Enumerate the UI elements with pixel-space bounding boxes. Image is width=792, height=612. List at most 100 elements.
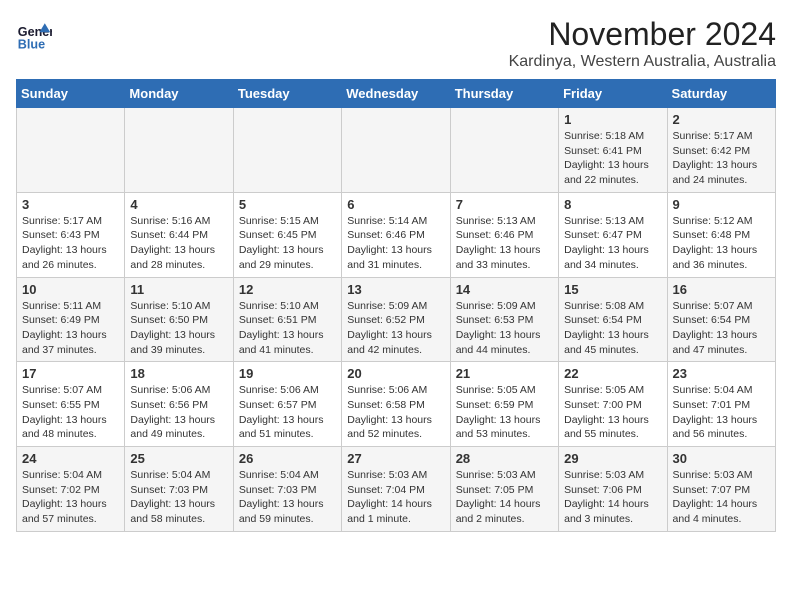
day-number: 27 — [347, 451, 444, 466]
page-header: General Blue November 2024 Kardinya, Wes… — [16, 16, 776, 71]
calendar-cell: 5Sunrise: 5:15 AM Sunset: 6:45 PM Daylig… — [233, 192, 341, 277]
weekday-header-sunday: Sunday — [17, 80, 125, 108]
calendar-cell: 20 Sunrise: 5:06 AM Sunset: 6:58 PM Dayli… — [342, 362, 450, 447]
calendar-cell: 17 Sunrise: 5:07 AM Sunset: 6:55 PM Dayli… — [17, 362, 125, 447]
day-number: 1 — [564, 112, 661, 127]
calendar-cell: 21 Sunrise: 5:05 AM Sunset: 6:59 PM Dayli… — [450, 362, 558, 447]
calendar-cell — [450, 108, 558, 193]
calendar-cell: 22Sunrise: 5:05 AM Sunset: 7:00 PM Dayli… — [559, 362, 667, 447]
weekday-header-saturday: Saturday — [667, 80, 775, 108]
day-number: 18 — [130, 366, 227, 381]
weekday-header-wednesday: Wednesday — [342, 80, 450, 108]
calendar-cell: 1Sunrise: 5:18 AM Sunset: 6:41 PM Daylig… — [559, 108, 667, 193]
day-detail: Sunrise: 5:06 AM Sunset: 6:56 PM Dayligh… — [130, 383, 227, 442]
calendar-cell: 2 Sunrise: 5:17 AM Sunset: 6:42 PM Daylig… — [667, 108, 775, 193]
calendar-cell: 23 Sunrise: 5:04 AM Sunset: 7:01 PM Dayli… — [667, 362, 775, 447]
day-number: 12 — [239, 282, 336, 297]
day-detail: Sunrise: 5:17 AM Sunset: 6:42 PM Dayligh… — [673, 129, 770, 188]
calendar-cell: 13 Sunrise: 5:09 AM Sunset: 6:52 PM Dayli… — [342, 277, 450, 362]
weekday-header-monday: Monday — [125, 80, 233, 108]
calendar-cell: 16 Sunrise: 5:07 AM Sunset: 6:54 PM Dayli… — [667, 277, 775, 362]
weekday-header-tuesday: Tuesday — [233, 80, 341, 108]
calendar-header: SundayMondayTuesdayWednesdayThursdayFrid… — [17, 80, 776, 108]
calendar-cell — [233, 108, 341, 193]
calendar-cell: 3 Sunrise: 5:17 AM Sunset: 6:43 PM Daylig… — [17, 192, 125, 277]
calendar-week-4: 17 Sunrise: 5:07 AM Sunset: 6:55 PM Dayli… — [17, 362, 776, 447]
day-detail: Sunrise: 5:08 AM Sunset: 6:54 PM Dayligh… — [564, 299, 661, 358]
day-detail: Sunrise: 5:13 AM Sunset: 6:46 PM Dayligh… — [456, 214, 553, 273]
day-number: 7 — [456, 197, 553, 212]
day-detail: Sunrise: 5:16 AM Sunset: 6:44 PM Dayligh… — [130, 214, 227, 273]
day-detail: Sunrise: 5:13 AM Sunset: 6:47 PM Dayligh… — [564, 214, 661, 273]
calendar-cell: 11 Sunrise: 5:10 AM Sunset: 6:50 PM Dayli… — [125, 277, 233, 362]
calendar-subtitle: Kardinya, Western Australia, Australia — [509, 53, 776, 71]
day-number: 23 — [673, 366, 770, 381]
day-detail: Sunrise: 5:09 AM Sunset: 6:53 PM Dayligh… — [456, 299, 553, 358]
day-detail: Sunrise: 5:17 AM Sunset: 6:43 PM Dayligh… — [22, 214, 119, 273]
day-number: 19 — [239, 366, 336, 381]
day-detail: Sunrise: 5:06 AM Sunset: 6:58 PM Dayligh… — [347, 383, 444, 442]
calendar-cell — [17, 108, 125, 193]
weekday-header-friday: Friday — [559, 80, 667, 108]
calendar-cell: 12 Sunrise: 5:10 AM Sunset: 6:51 PM Dayli… — [233, 277, 341, 362]
weekday-row: SundayMondayTuesdayWednesdayThursdayFrid… — [17, 80, 776, 108]
calendar-body: 1Sunrise: 5:18 AM Sunset: 6:41 PM Daylig… — [17, 108, 776, 532]
day-detail: Sunrise: 5:09 AM Sunset: 6:52 PM Dayligh… — [347, 299, 444, 358]
day-detail: Sunrise: 5:04 AM Sunset: 7:03 PM Dayligh… — [239, 468, 336, 527]
day-number: 25 — [130, 451, 227, 466]
day-number: 16 — [673, 282, 770, 297]
day-number: 15 — [564, 282, 661, 297]
calendar-cell: 8Sunrise: 5:13 AM Sunset: 6:47 PM Daylig… — [559, 192, 667, 277]
calendar-cell — [342, 108, 450, 193]
day-number: 11 — [130, 282, 227, 297]
calendar-cell: 7 Sunrise: 5:13 AM Sunset: 6:46 PM Daylig… — [450, 192, 558, 277]
day-number: 6 — [347, 197, 444, 212]
day-detail: Sunrise: 5:04 AM Sunset: 7:01 PM Dayligh… — [673, 383, 770, 442]
calendar-cell: 10 Sunrise: 5:11 AM Sunset: 6:49 PM Dayli… — [17, 277, 125, 362]
day-number: 21 — [456, 366, 553, 381]
day-detail: Sunrise: 5:15 AM Sunset: 6:45 PM Dayligh… — [239, 214, 336, 273]
calendar-week-2: 3 Sunrise: 5:17 AM Sunset: 6:43 PM Daylig… — [17, 192, 776, 277]
day-number: 10 — [22, 282, 119, 297]
day-detail: Sunrise: 5:07 AM Sunset: 6:55 PM Dayligh… — [22, 383, 119, 442]
day-number: 2 — [673, 112, 770, 127]
day-number: 13 — [347, 282, 444, 297]
day-detail: Sunrise: 5:03 AM Sunset: 7:06 PM Dayligh… — [564, 468, 661, 527]
day-detail: Sunrise: 5:11 AM Sunset: 6:49 PM Dayligh… — [22, 299, 119, 358]
day-number: 24 — [22, 451, 119, 466]
calendar-cell: 26 Sunrise: 5:04 AM Sunset: 7:03 PM Dayli… — [233, 447, 341, 532]
day-number: 4 — [130, 197, 227, 212]
day-detail: Sunrise: 5:05 AM Sunset: 6:59 PM Dayligh… — [456, 383, 553, 442]
calendar-cell: 15 Sunrise: 5:08 AM Sunset: 6:54 PM Dayli… — [559, 277, 667, 362]
day-number: 26 — [239, 451, 336, 466]
day-number: 29 — [564, 451, 661, 466]
day-number: 20 — [347, 366, 444, 381]
calendar-cell: 30Sunrise: 5:03 AM Sunset: 7:07 PM Dayli… — [667, 447, 775, 532]
day-number: 28 — [456, 451, 553, 466]
day-detail: Sunrise: 5:03 AM Sunset: 7:05 PM Dayligh… — [456, 468, 553, 527]
calendar-cell: 6 Sunrise: 5:14 AM Sunset: 6:46 PM Daylig… — [342, 192, 450, 277]
day-detail: Sunrise: 5:07 AM Sunset: 6:54 PM Dayligh… — [673, 299, 770, 358]
day-detail: Sunrise: 5:04 AM Sunset: 7:02 PM Dayligh… — [22, 468, 119, 527]
day-detail: Sunrise: 5:10 AM Sunset: 6:50 PM Dayligh… — [130, 299, 227, 358]
day-detail: Sunrise: 5:03 AM Sunset: 7:07 PM Dayligh… — [673, 468, 770, 527]
calendar-cell: 25Sunrise: 5:04 AM Sunset: 7:03 PM Dayli… — [125, 447, 233, 532]
calendar-table: SundayMondayTuesdayWednesdayThursdayFrid… — [16, 79, 776, 532]
day-detail: Sunrise: 5:10 AM Sunset: 6:51 PM Dayligh… — [239, 299, 336, 358]
calendar-cell: 24 Sunrise: 5:04 AM Sunset: 7:02 PM Dayli… — [17, 447, 125, 532]
day-detail: Sunrise: 5:03 AM Sunset: 7:04 PM Dayligh… — [347, 468, 444, 527]
svg-text:Blue: Blue — [18, 37, 45, 51]
day-detail: Sunrise: 5:14 AM Sunset: 6:46 PM Dayligh… — [347, 214, 444, 273]
calendar-cell — [125, 108, 233, 193]
calendar-week-1: 1Sunrise: 5:18 AM Sunset: 6:41 PM Daylig… — [17, 108, 776, 193]
logo-icon: General Blue — [16, 16, 52, 52]
day-number: 14 — [456, 282, 553, 297]
title-block: November 2024 Kardinya, Western Australi… — [509, 16, 776, 71]
calendar-cell: 28 Sunrise: 5:03 AM Sunset: 7:05 PM Dayli… — [450, 447, 558, 532]
weekday-header-thursday: Thursday — [450, 80, 558, 108]
calendar-week-3: 10 Sunrise: 5:11 AM Sunset: 6:49 PM Dayli… — [17, 277, 776, 362]
day-number: 17 — [22, 366, 119, 381]
calendar-cell: 4 Sunrise: 5:16 AM Sunset: 6:44 PM Daylig… — [125, 192, 233, 277]
calendar-cell: 18 Sunrise: 5:06 AM Sunset: 6:56 PM Dayli… — [125, 362, 233, 447]
day-number: 3 — [22, 197, 119, 212]
